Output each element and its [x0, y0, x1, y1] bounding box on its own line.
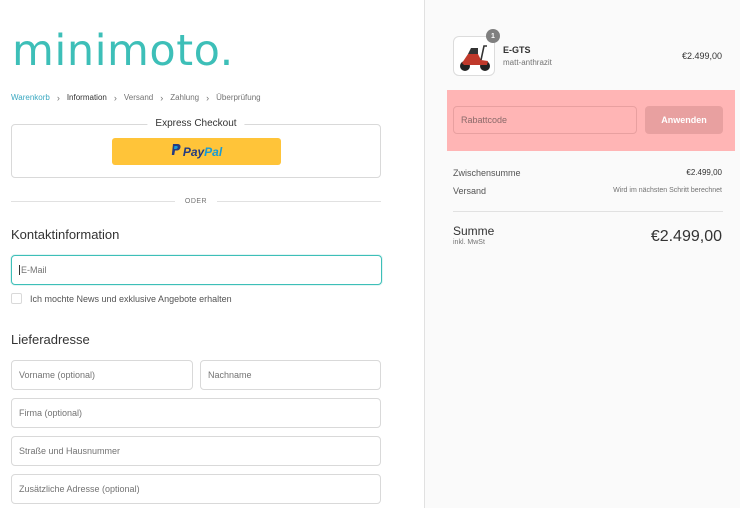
or-divider: ODER — [11, 198, 382, 205]
total-value: €2.499,00 — [650, 228, 722, 245]
total-label: Summe — [453, 224, 495, 238]
express-checkout-title: Express Checkout — [147, 118, 245, 129]
breadcrumb-cart[interactable]: Warenkorb — [11, 93, 50, 102]
email-placeholder: E-Mail — [21, 265, 47, 275]
shipping-value: Wird im nächsten Schritt berechnet — [613, 187, 722, 194]
breadcrumb-payment: Zahlung — [170, 93, 200, 102]
discount-section: Rabattcode Anwenden — [447, 90, 735, 151]
street-field[interactable]: Straße und Hausnummer — [11, 436, 381, 466]
company-placeholder: Firma (optional) — [19, 408, 83, 418]
paypal-pal-text: Pal — [204, 144, 223, 159]
paypal-button[interactable]: Pay Pal — [112, 138, 281, 165]
street-placeholder: Straße und Hausnummer — [19, 446, 121, 456]
product-variant: matt-anthrazit — [503, 58, 552, 67]
shipping-label: Versand — [453, 186, 487, 196]
summary-divider — [453, 211, 723, 212]
chevron-right-icon: › — [56, 92, 60, 103]
first-name-field[interactable]: Vorname (optional) — [11, 360, 193, 390]
address2-placeholder: Zusätzliche Adresse (optional) — [19, 484, 140, 494]
subtotal-value: €2.499,00 — [686, 168, 722, 177]
paypal-logo-icon — [171, 144, 181, 159]
product-price: €2.499,00 — [681, 51, 722, 61]
discount-placeholder: Rabattcode — [461, 115, 508, 125]
last-name-placeholder: Nachname — [208, 370, 252, 380]
address2-field[interactable]: Zusätzliche Adresse (optional) — [11, 474, 381, 504]
shipping-section-title: Lieferadresse — [11, 332, 90, 347]
email-field[interactable]: E-Mail — [11, 255, 382, 285]
company-field[interactable]: Firma (optional) — [11, 398, 381, 428]
discount-code-input[interactable]: Rabattcode — [453, 106, 637, 134]
breadcrumb-shipping: Versand — [123, 93, 154, 102]
product-name: E-GTS — [503, 45, 531, 55]
breadcrumb-information: Information — [66, 93, 107, 102]
tax-note: inkl. MwSt — [453, 239, 485, 246]
subtotal-label: Zwischensumme — [453, 168, 521, 178]
contact-section-title: Kontaktinformation — [11, 227, 120, 242]
divider-line — [11, 201, 175, 202]
checkout-form-panel: minimoto. Warenkorb › Information › Vers… — [0, 0, 424, 508]
first-name-placeholder: Vorname (optional) — [19, 370, 96, 380]
logo[interactable]: minimoto. — [12, 30, 234, 73]
divider-line — [217, 201, 382, 202]
text-caret — [19, 265, 20, 275]
chevron-right-icon: › — [160, 92, 164, 103]
chevron-right-icon: › — [113, 92, 117, 103]
chevron-right-icon: › — [206, 92, 210, 103]
last-name-field[interactable]: Nachname — [200, 360, 381, 390]
quantity-badge: 1 — [486, 29, 500, 43]
apply-discount-button[interactable]: Anwenden — [645, 106, 723, 134]
or-label: ODER — [184, 198, 208, 205]
breadcrumb: Warenkorb › Information › Versand › Zahl… — [11, 93, 261, 102]
express-checkout-box: Express Checkout Pay Pal — [11, 118, 381, 178]
scooter-image — [460, 45, 490, 71]
newsletter-label[interactable]: Ich mochte News und exklusive Angebote e… — [30, 294, 232, 304]
order-summary-panel: 1 E-GTS matt-anthrazit €2.499,00 Rabattc… — [424, 0, 740, 508]
breadcrumb-review: Überprüfung — [216, 93, 261, 102]
newsletter-checkbox[interactable] — [11, 293, 22, 304]
newsletter-option[interactable]: Ich mochte News und exklusive Angebote e… — [11, 293, 232, 304]
paypal-pay-text: Pay — [182, 144, 205, 159]
